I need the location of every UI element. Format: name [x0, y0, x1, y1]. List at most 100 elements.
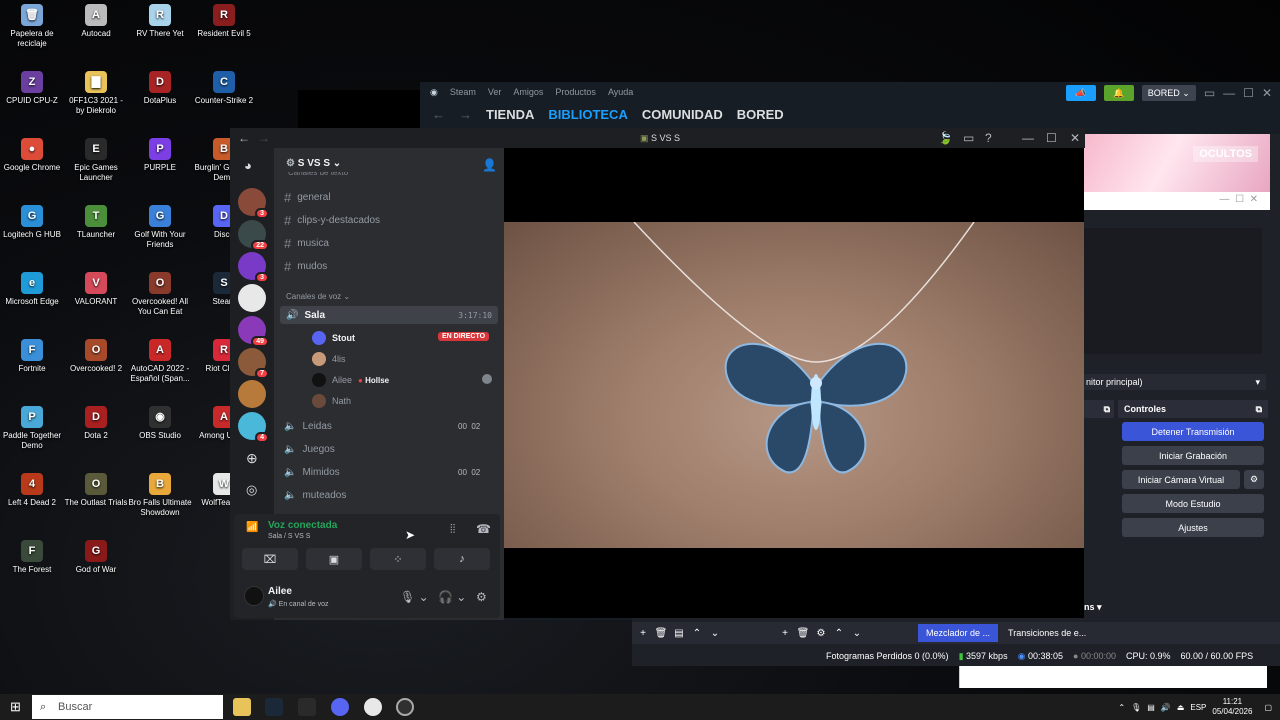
discover-icon[interactable]: ◎ [246, 482, 257, 498]
chevron-up-icon[interactable]: ⌃ [1118, 703, 1125, 712]
voice-channel-juegos[interactable]: 🔈 Juegos [284, 444, 335, 455]
usb-icon[interactable]: ⏏ [1177, 703, 1185, 712]
dock-undock-left[interactable]: ⧉ [1084, 400, 1114, 418]
steam-taskbar-icon[interactable] [265, 698, 283, 716]
steam-menu-item[interactable]: Ayuda [608, 87, 633, 97]
start-recording-button[interactable]: Iniciar Grabación [1122, 446, 1264, 465]
discord-taskbar-icon[interactable] [331, 698, 349, 716]
filter-icon[interactable]: ▤ [670, 628, 688, 639]
maximize-icon[interactable]: ☐ [1046, 131, 1057, 145]
desktop-icon[interactable]: T TLauncher [64, 205, 128, 240]
desktop-icon[interactable]: e Microsoft Edge [0, 272, 64, 307]
desktop-icon[interactable]: O Overcooked! 2 [64, 339, 128, 374]
clock[interactable]: 11:21 05/04/2026 [1212, 697, 1252, 717]
file-explorer-icon[interactable] [233, 698, 251, 716]
minimize-icon[interactable]: — [1022, 131, 1034, 145]
monitor-select[interactable]: nitor principal) ▾ [1084, 374, 1266, 390]
down-icon[interactable]: ⌄ [706, 628, 724, 639]
close-icon[interactable]: ✕ [1070, 131, 1080, 145]
server-header[interactable]: ⚙ S VS S ⌄ [286, 158, 341, 169]
desktop-icon[interactable]: G Golf With Your Friends [128, 205, 192, 250]
server-icon[interactable]: 49 [238, 316, 269, 347]
notification-icon[interactable]: ▢ [1264, 703, 1272, 712]
desktop-icon[interactable]: G Logitech G HUB [0, 205, 64, 240]
up-icon[interactable]: ⌃ [688, 628, 706, 639]
voice-channel-leidas[interactable]: 🔈 Leidas [284, 421, 332, 432]
desktop-icon[interactable]: ◉ OBS Studio [128, 406, 192, 441]
trash-icon[interactable]: 🗑 [794, 628, 812, 639]
discord-home-icon[interactable]: ◕ [244, 158, 252, 173]
microphone-icon[interactable]: 🎙 [1131, 703, 1141, 712]
desktop-icon[interactable]: D Dota 2 [64, 406, 128, 441]
voice-channel-muteados[interactable]: 🔈 muteados [284, 490, 346, 501]
headphones-icon[interactable]: 🎧 ⌄ [438, 590, 466, 604]
settings-gear-icon[interactable]: ⚙ [476, 590, 487, 604]
camera-off-button[interactable]: ⌧ [242, 548, 298, 570]
text-channel-general[interactable]: # general [284, 190, 331, 205]
monitor-icon[interactable]: ▭ [1204, 86, 1215, 100]
server-icon[interactable] [238, 284, 266, 312]
server-icon[interactable]: 3 [238, 252, 269, 283]
desktop-icon[interactable]: O The Outlast Trials [64, 473, 128, 508]
maximize-icon[interactable]: ☐ [1243, 86, 1254, 100]
desktop-icon[interactable]: R Resident Evil 5 [192, 4, 256, 39]
help-icon[interactable]: ? [985, 131, 992, 145]
desktop-icon[interactable]: R RV There Yet [128, 4, 192, 39]
server-icon[interactable]: 7 [238, 348, 269, 379]
voice-category[interactable]: Canales de voz ⌄ [286, 292, 350, 301]
text-channel-clips[interactable]: # clips-y-destacados [284, 213, 380, 228]
noise-suppression-icon[interactable]: ⦙⦙ [450, 522, 455, 537]
desktop-icon[interactable]: Z CPUID CPU-Z [0, 71, 64, 106]
desktop-icon[interactable]: 🗑 Papelera de reciclaje [0, 4, 64, 49]
desktop-icon[interactable]: ● Google Chrome [0, 138, 64, 173]
announcements-icon[interactable]: 📣 [1065, 85, 1096, 101]
forward-arrow-icon[interactable]: → [459, 107, 472, 122]
user-avatar[interactable] [244, 586, 264, 606]
desktop-icon[interactable]: V VALORANT [64, 272, 128, 307]
add-icon[interactable]: + [634, 628, 652, 639]
undock-icon[interactable]: ⧉ [1256, 404, 1262, 415]
epic-taskbar-icon[interactable] [298, 698, 316, 716]
desktop-icon[interactable]: A AutoCAD 2022 - Español (Span... [128, 339, 192, 384]
account-button[interactable]: BORED ⌄ [1141, 85, 1196, 101]
subwindow-controls[interactable]: — ☐ ✕ [1220, 194, 1258, 205]
gear-icon[interactable]: ⚙ [812, 628, 830, 639]
server-icon[interactable]: 22 [238, 220, 269, 251]
close-icon[interactable]: ✕ [1262, 86, 1272, 100]
wolfteam-taskbar-icon[interactable] [364, 698, 382, 716]
notifications-icon[interactable]: 🔔 [1103, 85, 1134, 101]
microphone-icon[interactable]: 🎙 ⌄ [400, 590, 429, 604]
desktop-icon[interactable]: F Fortnite [0, 339, 64, 374]
nav-comunidad[interactable]: COMUNIDAD [642, 107, 723, 122]
add-server-icon[interactable]: ⊕ [246, 450, 258, 467]
up-icon[interactable]: ⌃ [830, 628, 848, 639]
down-icon[interactable]: ⌄ [848, 628, 866, 639]
disconnect-icon[interactable]: ☎ [476, 522, 491, 536]
text-channel-mudos[interactable]: # mudos [284, 259, 327, 274]
voice-user[interactable]: 4lis [312, 352, 346, 366]
desktop-icon[interactable]: A Autocad [64, 4, 128, 39]
tab-mixer[interactable]: Mezclador de ... [918, 624, 999, 642]
voice-channel-sala[interactable]: 🔊 Sala 3:17:10 [280, 306, 498, 324]
stop-stream-button[interactable]: Detener Transmisión [1122, 422, 1264, 441]
text-channel-musica[interactable]: # musica [284, 236, 329, 251]
add-member-icon[interactable]: 👤 [482, 158, 497, 172]
desktop-icon[interactable]: E Epic Games Launcher [64, 138, 128, 183]
desktop-icon[interactable]: O Overcooked! All You Can Eat [128, 272, 192, 317]
inbox-icon[interactable]: ▭ [963, 131, 974, 145]
nav-biblioteca[interactable]: BIBLIOTECA [548, 107, 627, 122]
settings-button[interactable]: Ajustes [1122, 518, 1264, 537]
obs-taskbar-icon[interactable] [396, 698, 414, 716]
nav-user[interactable]: BORED [737, 107, 784, 122]
back-arrow-icon[interactable]: ← [238, 131, 250, 145]
soundboard-button[interactable]: ♪ [434, 548, 490, 570]
steam-menu-item[interactable]: Amigos [513, 87, 543, 97]
add-icon[interactable]: + [776, 628, 794, 639]
desktop-icon[interactable]: B Bro Falls Ultimate Showdown [128, 473, 192, 518]
desktop-icon[interactable]: P Paddle Together Demo [0, 406, 64, 451]
nav-tienda[interactable]: TIENDA [486, 107, 534, 122]
desktop-icon[interactable]: G God of War [64, 540, 128, 575]
server-icon[interactable]: 4 [238, 412, 269, 443]
screen-share-button[interactable]: ▣ [306, 548, 362, 570]
steam-menu-item[interactable]: Productos [555, 87, 596, 97]
